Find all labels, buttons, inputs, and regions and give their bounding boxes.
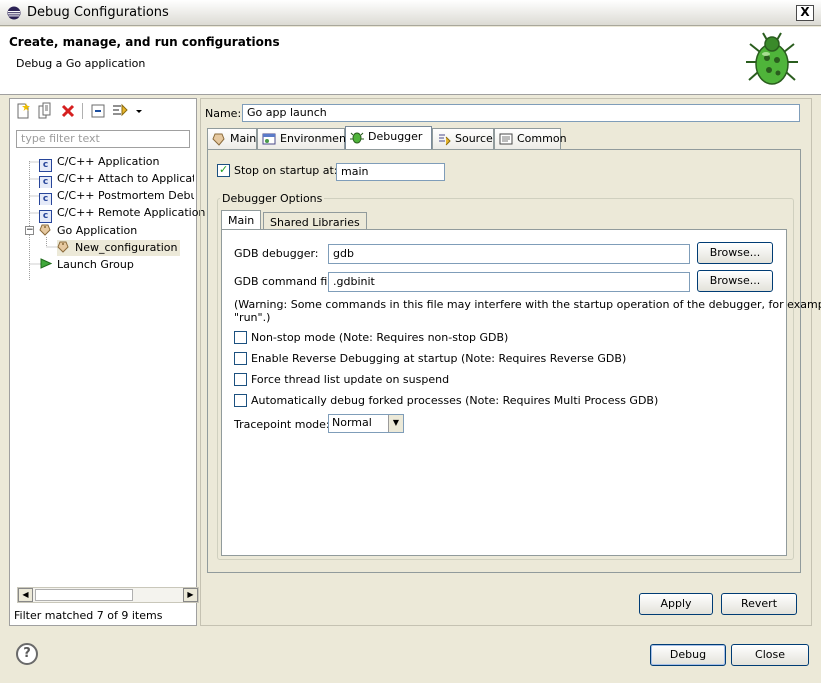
tree-item-label: C/C++ Remote Application <box>57 206 206 219</box>
tab-debugger[interactable]: Debugger <box>345 126 432 151</box>
tree-item-label: C/C++ Attach to Application <box>57 172 194 185</box>
gdb-command-file-label: GDB command file: <box>234 275 341 288</box>
tree-item-go-application[interactable]: Go Application <box>39 223 137 239</box>
force-thread-update-label: Force thread list update on suspend <box>251 373 450 386</box>
scrollbar-thumb[interactable] <box>35 589 133 601</box>
debugger-options-title: Debugger Options <box>220 192 325 205</box>
tree-item-cpp-remote[interactable]: c C/C++ Remote Application <box>39 206 206 223</box>
subtab-main[interactable]: Main <box>221 210 262 230</box>
eclipse-icon <box>7 6 21 20</box>
gdb-debugger-label: GDB debugger: <box>234 247 319 260</box>
non-stop-mode-checkbox[interactable] <box>234 331 247 344</box>
common-icon <box>499 133 513 145</box>
environment-icon <box>262 133 276 145</box>
tab-common[interactable]: Common <box>494 128 567 150</box>
configuration-tree-panel: type filter text − c C/C++ Application cC… <box>9 98 205 626</box>
filter-status-text: Filter matched 7 of 9 items <box>14 609 163 622</box>
scroll-right-icon[interactable]: ▶ <box>183 588 198 602</box>
tree-item-cpp-postmortem[interactable]: c C/C++ Postmortem Debugger <box>39 189 194 205</box>
go-tag-icon <box>39 224 51 236</box>
new-configuration-icon[interactable] <box>14 102 32 120</box>
tracepoint-mode-value: Normal <box>332 416 372 429</box>
tab-label: Main <box>230 132 257 145</box>
go-tag-icon <box>57 241 69 253</box>
reverse-debugging-label: Enable Reverse Debugging at startup (Not… <box>251 352 627 365</box>
tree-item-new-configuration[interactable]: New_configuration <box>57 240 181 256</box>
header-subtitle: Debug a Go application <box>16 57 146 70</box>
tab-main[interactable]: Main <box>207 128 257 150</box>
revert-button[interactable]: Revert <box>721 593 797 615</box>
filter-input[interactable]: type filter text <box>16 130 190 148</box>
gdb-debugger-browse-button[interactable]: Browse... <box>697 242 773 264</box>
c-icon: c <box>39 159 52 172</box>
tree-horizontal-scrollbar[interactable]: ◀ ▶ <box>17 587 199 603</box>
name-label: Name: <box>205 107 242 120</box>
filter-menu-chevron-down-icon[interactable] <box>134 102 144 120</box>
stop-on-startup-input[interactable]: main <box>336 163 445 181</box>
apply-button[interactable]: Apply <box>639 593 713 615</box>
go-application-collapse-toggle[interactable]: − <box>25 226 34 235</box>
window-title: Debug Configurations <box>27 5 169 20</box>
tab-environment[interactable]: Environment <box>257 128 350 150</box>
subtab-shared-libraries[interactable]: Shared Libraries <box>263 212 367 230</box>
warning-text-line2: "run".) <box>234 311 271 324</box>
toolbar-separator <box>82 103 83 119</box>
collapse-all-icon[interactable] <box>89 102 107 120</box>
tab-label: Environment <box>280 132 351 145</box>
debug-button[interactable]: Debug <box>650 644 726 666</box>
header-title: Create, manage, and run configurations <box>9 35 280 49</box>
close-button[interactable]: Close <box>731 644 809 666</box>
go-tag-icon <box>212 133 225 146</box>
tracepoint-mode-label: Tracepoint mode: <box>234 418 330 431</box>
tree-item-cpp-application[interactable]: c C/C++ Application <box>39 155 160 172</box>
warning-text-line1: (Warning: Some commands in this file may… <box>234 298 821 311</box>
launch-arrow-icon <box>40 258 52 269</box>
gdb-command-file-input[interactable]: .gdbinit <box>328 272 690 292</box>
close-window-button[interactable]: X <box>796 5 814 21</box>
debug-bug-icon <box>746 32 798 85</box>
delete-icon[interactable] <box>59 102 77 120</box>
debug-forked-label: Automatically debug forked processes (No… <box>251 394 659 407</box>
stop-on-startup-label: Stop on startup at: <box>234 164 338 177</box>
source-icon <box>439 134 451 146</box>
name-input[interactable]: Go app launch <box>242 104 800 122</box>
non-stop-mode-label: Non-stop mode (Note: Requires non-stop G… <box>251 331 509 344</box>
duplicate-icon[interactable] <box>36 102 54 120</box>
force-thread-update-checkbox[interactable] <box>234 373 247 386</box>
tree-item-cpp-attach[interactable]: c C/C++ Attach to Application <box>39 172 194 188</box>
chevron-down-icon[interactable]: ▼ <box>388 415 403 432</box>
tree-item-label: C/C++ Application <box>57 155 160 168</box>
tree-item-label: Go Application <box>57 224 138 237</box>
gdb-debugger-input[interactable]: gdb <box>328 244 690 264</box>
help-icon[interactable]: ? <box>16 643 38 665</box>
c-icon: c <box>39 193 52 205</box>
scroll-left-icon[interactable]: ◀ <box>18 588 33 602</box>
reverse-debugging-checkbox[interactable] <box>234 352 247 365</box>
tree-item-label: Launch Group <box>57 258 134 271</box>
tab-label: Source <box>455 132 493 145</box>
tree-item-label: C/C++ Postmortem Debugger <box>57 189 194 202</box>
stop-on-startup-checkbox[interactable] <box>217 163 230 177</box>
tab-label: Common <box>517 132 567 145</box>
tree-item-label: New_configuration <box>75 241 178 254</box>
tracepoint-mode-select[interactable]: Normal ▼ <box>328 414 404 433</box>
debug-forked-checkbox[interactable] <box>234 394 247 407</box>
c-icon: c <box>39 176 52 188</box>
tree-item-launch-group[interactable]: Launch Group <box>39 257 134 273</box>
dialog-header: Create, manage, and run configurations D… <box>0 27 821 95</box>
gdb-command-file-browse-button[interactable]: Browse... <box>697 270 773 292</box>
filter-icon[interactable] <box>111 102 129 120</box>
tab-label: Debugger <box>368 130 423 143</box>
c-icon: c <box>39 210 52 223</box>
tab-source[interactable]: Source <box>432 128 494 150</box>
bug-icon <box>350 132 364 144</box>
title-bar: Debug Configurations X <box>0 0 821 26</box>
